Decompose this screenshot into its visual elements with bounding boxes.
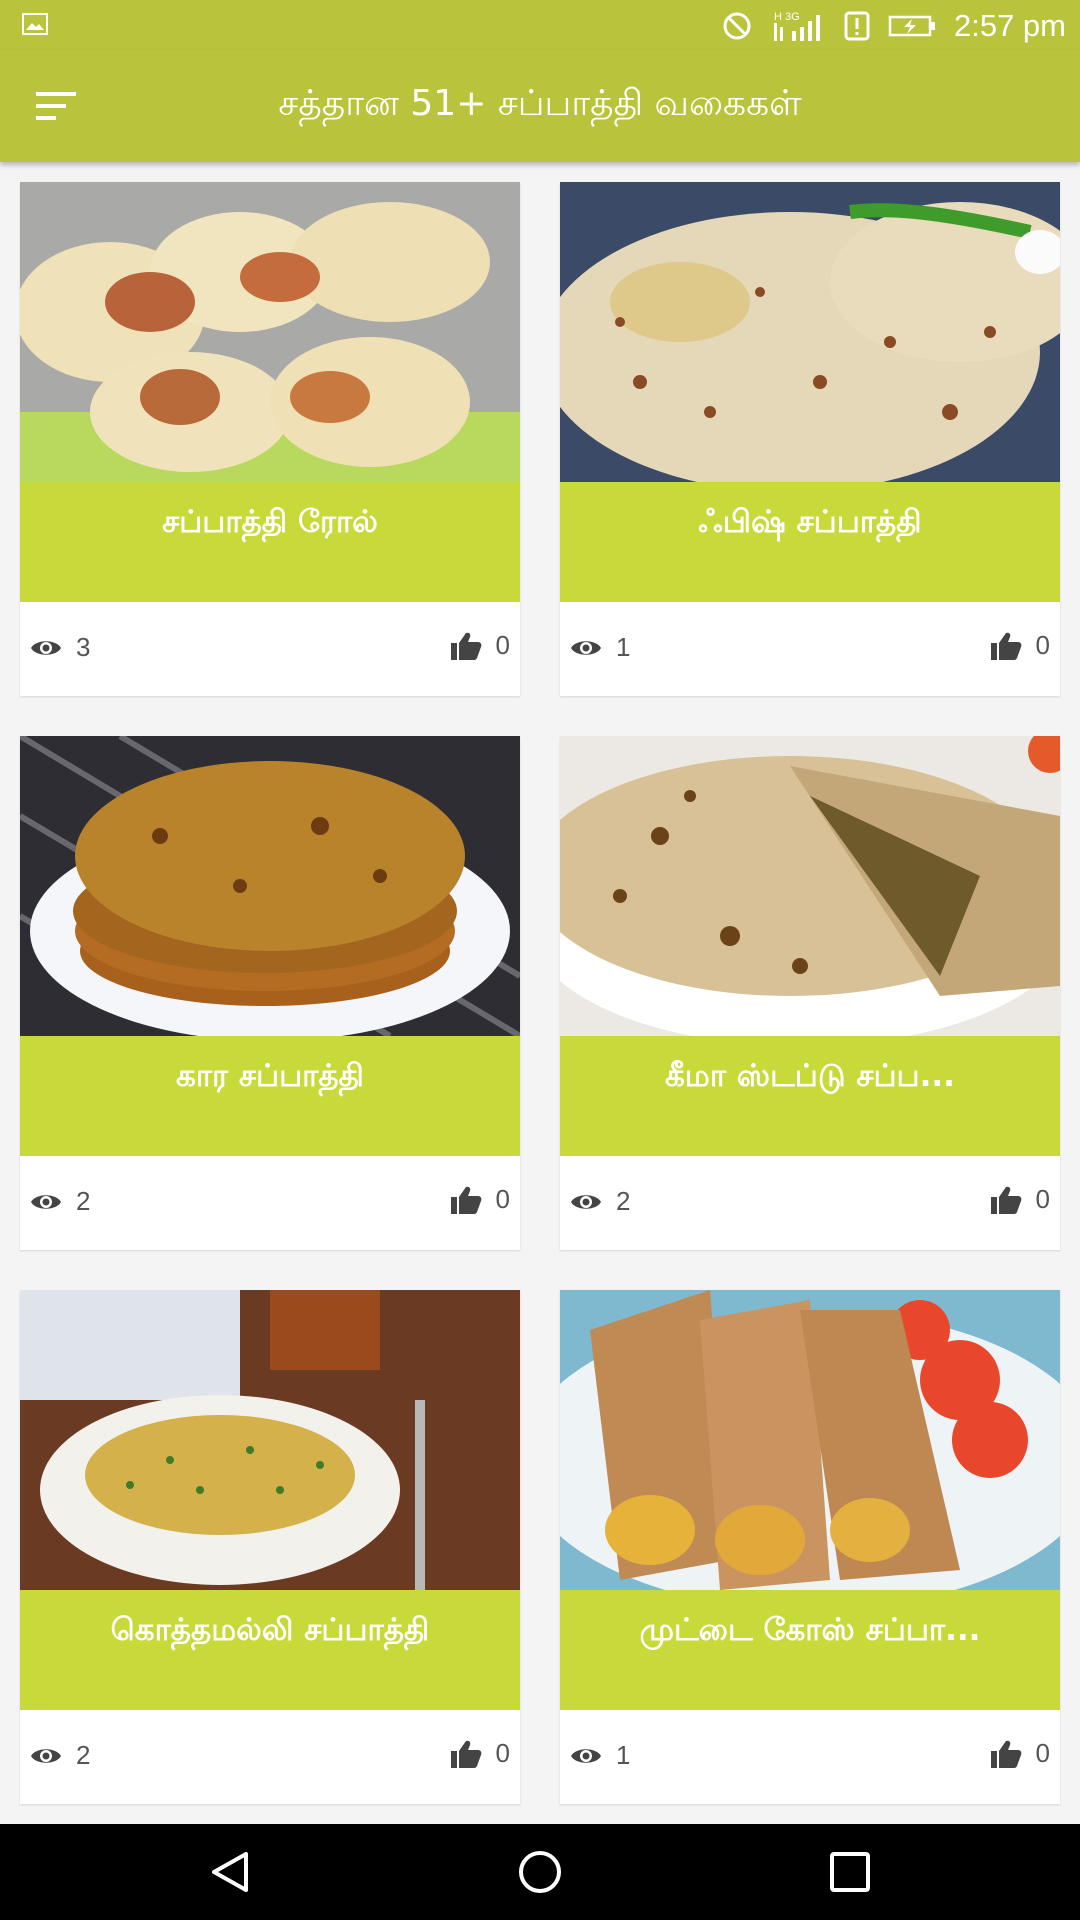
recipe-card[interactable]: ஃபிஷ் சப்பாத்தி 1 0 bbox=[560, 182, 1060, 696]
eye-icon bbox=[31, 1194, 61, 1209]
nav-back-button[interactable] bbox=[200, 1842, 260, 1902]
like-button[interactable]: 0 bbox=[990, 630, 1050, 661]
recipe-card[interactable]: கீமா ஸ்டப்டு சப்ப... 2 0 bbox=[560, 736, 1060, 1250]
recipe-stats: 2 0 bbox=[560, 1156, 1060, 1250]
recipe-stats: 1 0 bbox=[560, 1710, 1060, 1804]
page-title: சத்தான 51+ சப்பாத்தி வகைகள் bbox=[278, 83, 802, 124]
eye-icon bbox=[571, 640, 601, 655]
eye-icon bbox=[31, 640, 61, 655]
recipe-photo-kara-chapati bbox=[20, 736, 520, 1036]
recipe-photo-chapati-roll bbox=[20, 182, 520, 482]
recipe-photo-fish-chapati bbox=[560, 182, 1060, 482]
recipe-stats: 2 0 bbox=[20, 1710, 520, 1804]
thumbs-up-icon bbox=[990, 1740, 1021, 1768]
recipe-title: ஃபிஷ் சப்பாத்தி bbox=[560, 482, 1060, 602]
recipe-card[interactable]: கார சப்பாத்தி 2 0 bbox=[20, 736, 520, 1250]
recipe-card[interactable]: கொத்தமல்லி சப்பாத்தி 2 0 bbox=[20, 1290, 520, 1804]
like-button[interactable]: 0 bbox=[990, 1184, 1050, 1215]
back-icon bbox=[212, 1852, 248, 1892]
nav-home-button[interactable] bbox=[510, 1842, 570, 1902]
recipe-photo-coriander-chapati bbox=[20, 1290, 520, 1590]
recipe-stats: 1 0 bbox=[560, 602, 1060, 696]
thumbs-up-icon bbox=[450, 632, 481, 660]
network-h-3g-icon: H 3G bbox=[773, 11, 820, 41]
recents-icon bbox=[830, 1852, 870, 1892]
battery-charging-icon bbox=[888, 15, 935, 37]
recipe-title: கீமா ஸ்டப்டு சப்ப... bbox=[560, 1036, 1060, 1156]
eye-icon bbox=[571, 1748, 601, 1763]
recipe-title: சப்பாத்தி ரோல் bbox=[20, 482, 520, 602]
views-counter: 1 bbox=[570, 632, 630, 663]
do-not-disturb-icon bbox=[723, 12, 751, 40]
recipe-card[interactable]: முட்டை கோஸ் சப்பா... 1 0 bbox=[560, 1290, 1060, 1804]
thumbs-up-icon bbox=[450, 1186, 481, 1214]
recipe-stats: 2 0 bbox=[20, 1156, 520, 1250]
eye-icon bbox=[31, 1748, 61, 1763]
thumbs-up-icon bbox=[990, 1186, 1021, 1214]
home-icon bbox=[519, 1851, 561, 1893]
svg-text:H 3G: H 3G bbox=[774, 11, 800, 23]
status-time: 2:57 pm bbox=[953, 8, 1066, 43]
views-counter: 2 bbox=[30, 1740, 90, 1771]
recipe-photo-egg-cabbage-chapati bbox=[560, 1290, 1060, 1590]
recipe-stats: 3 0 bbox=[20, 602, 520, 696]
eye-icon bbox=[571, 1194, 601, 1209]
like-button[interactable]: 0 bbox=[450, 630, 510, 661]
thumbs-up-icon bbox=[990, 632, 1021, 660]
status-bar: H 3G 2:57 pm bbox=[0, 0, 1080, 50]
navigation-bar bbox=[0, 1824, 1080, 1920]
like-button[interactable]: 0 bbox=[990, 1738, 1050, 1769]
views-counter: 3 bbox=[30, 632, 90, 663]
views-counter: 1 bbox=[570, 1740, 630, 1771]
image-icon bbox=[22, 13, 48, 35]
like-button[interactable]: 0 bbox=[450, 1184, 510, 1215]
recipe-title: முட்டை கோஸ் சப்பா... bbox=[560, 1590, 1060, 1710]
recipe-title: கொத்தமல்லி சப்பாத்தி bbox=[20, 1590, 520, 1710]
recipe-photo-keema-stuffed bbox=[560, 736, 1060, 1036]
app-bar: சத்தான 51+ சப்பாத்தி வகைகள் bbox=[0, 50, 1080, 162]
views-counter: 2 bbox=[570, 1186, 630, 1217]
thumbs-up-icon bbox=[450, 1740, 481, 1768]
nav-recents-button[interactable] bbox=[820, 1842, 880, 1902]
like-button[interactable]: 0 bbox=[450, 1738, 510, 1769]
recipe-title: கார சப்பாத்தி bbox=[20, 1036, 520, 1156]
recipe-card[interactable]: சப்பாத்தி ரோல் 3 0 bbox=[20, 182, 520, 696]
views-counter: 2 bbox=[30, 1186, 90, 1217]
alert-icon bbox=[844, 11, 870, 41]
